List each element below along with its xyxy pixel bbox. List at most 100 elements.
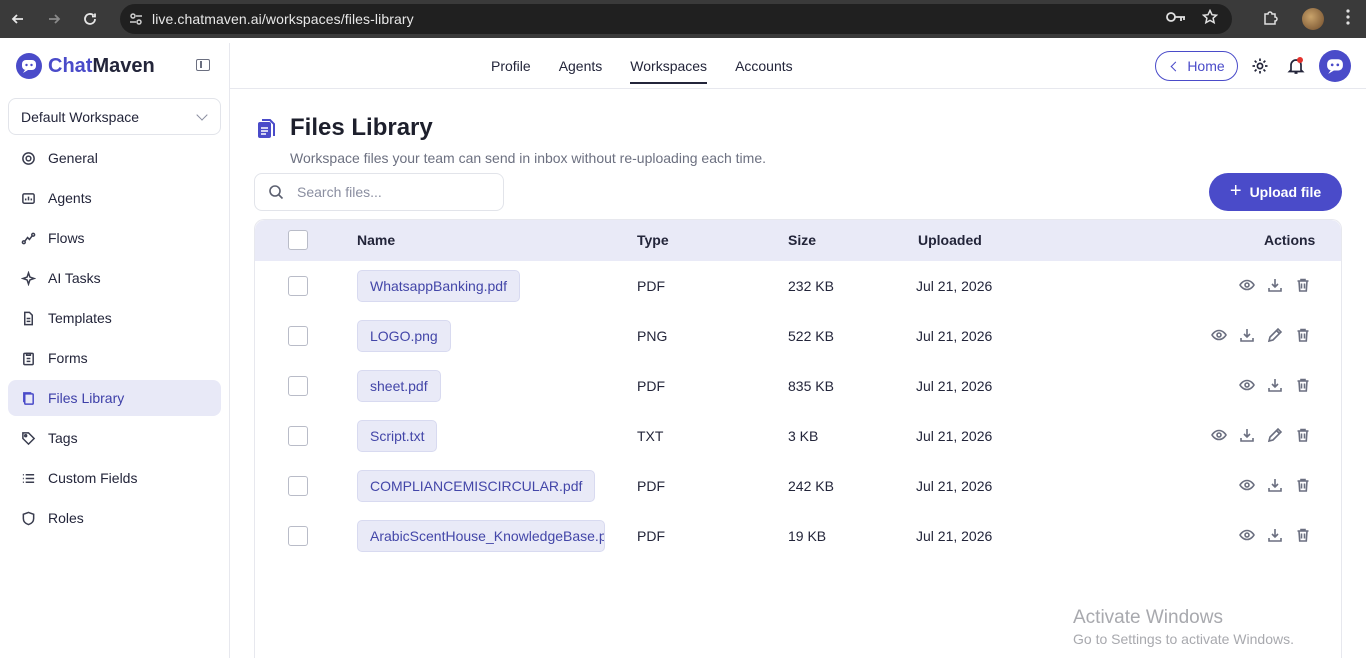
chevron-down-icon: [196, 109, 208, 121]
watermark-line2: Go to Settings to activate Windows.: [1073, 631, 1294, 647]
collapse-sidebar-icon[interactable]: [196, 59, 210, 71]
sidebar-item-label: AI Tasks: [48, 270, 101, 286]
site-settings-icon[interactable]: [120, 12, 152, 26]
tab-accounts[interactable]: Accounts: [735, 43, 793, 89]
back-arrow-icon[interactable]: [0, 0, 36, 38]
file-name-chip[interactable]: Script.txt: [357, 420, 438, 452]
row-checkbox[interactable]: [288, 276, 308, 296]
file-name-chip[interactable]: ArabicScentHouse_KnowledgeBase.pdf: [357, 520, 605, 552]
password-key-icon[interactable]: [1166, 10, 1186, 28]
download-icon[interactable]: [1239, 427, 1255, 443]
row-checkbox[interactable]: [288, 526, 308, 546]
sidebar: ChatMaven Default Workspace General Agen…: [0, 43, 230, 658]
delete-trash-icon[interactable]: [1295, 527, 1311, 543]
download-icon[interactable]: [1267, 477, 1283, 493]
sidebar-item-roles[interactable]: Roles: [8, 500, 221, 536]
sidebar-item-custom-fields[interactable]: Custom Fields: [8, 460, 221, 496]
select-all-checkbox[interactable]: [288, 230, 308, 250]
file-size: 232 KB: [788, 278, 834, 294]
reload-icon[interactable]: [72, 0, 108, 38]
sidebar-item-forms[interactable]: Forms: [8, 340, 221, 376]
sidebar-item-label: Templates: [48, 310, 112, 326]
browser-menu-icon[interactable]: [1346, 8, 1350, 30]
file-name-chip[interactable]: LOGO.png: [357, 320, 451, 352]
view-eye-icon[interactable]: [1239, 477, 1255, 493]
user-avatar[interactable]: [1319, 50, 1351, 82]
gear-icon: [20, 150, 36, 166]
sidebar-item-general[interactable]: General: [8, 140, 221, 176]
sidebar-item-label: Tags: [48, 430, 78, 446]
file-name-chip[interactable]: WhatsappBanking.pdf: [357, 270, 520, 302]
brand-logo[interactable]: ChatMaven: [16, 53, 155, 79]
extensions-puzzle-icon[interactable]: [1262, 8, 1280, 31]
sidebar-item-label: Custom Fields: [48, 470, 138, 486]
delete-trash-icon[interactable]: [1295, 327, 1311, 343]
file-size: 835 KB: [788, 378, 834, 394]
sidebar-item-ai-tasks[interactable]: AI Tasks: [8, 260, 221, 296]
file-name-chip[interactable]: sheet.pdf: [357, 370, 441, 402]
home-button[interactable]: Home: [1155, 51, 1238, 81]
delete-trash-icon[interactable]: [1295, 427, 1311, 443]
address-bar[interactable]: live.chatmaven.ai/workspaces/files-libra…: [120, 4, 1232, 34]
delete-trash-icon[interactable]: [1295, 377, 1311, 393]
file-type: TXT: [637, 428, 664, 444]
download-icon[interactable]: [1267, 277, 1283, 293]
forward-arrow-icon[interactable]: [36, 0, 72, 38]
file-size: 522 KB: [788, 328, 834, 344]
sidebar-item-templates[interactable]: Templates: [8, 300, 221, 336]
file-name-chip[interactable]: COMPLIANCEMISCIRCULAR.pdf: [357, 470, 596, 502]
chat-bubble-logo-icon: [16, 53, 42, 79]
row-checkbox[interactable]: [288, 476, 308, 496]
sidebar-item-flows[interactable]: Flows: [8, 220, 221, 256]
edit-pencil-icon[interactable]: [1267, 327, 1283, 343]
row-checkbox[interactable]: [288, 426, 308, 446]
file-uploaded-date: Jul 21, 2026: [916, 278, 993, 294]
file-size: 3 KB: [788, 428, 819, 444]
url-text: live.chatmaven.ai/workspaces/files-libra…: [152, 11, 414, 27]
workspace-select[interactable]: Default Workspace: [8, 98, 221, 135]
table-row: COMPLIANCEMISCIRCULAR.pdf PDF 242 KB Jul…: [255, 461, 1341, 511]
flows-icon: [20, 230, 36, 246]
sidebar-item-label: General: [48, 150, 98, 166]
view-eye-icon[interactable]: [1211, 427, 1227, 443]
bookmark-star-icon[interactable]: [1201, 8, 1219, 29]
search-input[interactable]: [297, 184, 487, 200]
upload-file-button[interactable]: + Upload file: [1209, 173, 1342, 211]
sidebar-item-label: Flows: [48, 230, 85, 246]
sidebar-item-tags[interactable]: Tags: [8, 420, 221, 456]
brand-name: ChatMaven: [48, 54, 155, 77]
view-eye-icon[interactable]: [1239, 277, 1255, 293]
column-header-type[interactable]: Type: [637, 232, 669, 248]
page-title: Files Library: [290, 114, 433, 141]
search-icon: [255, 184, 297, 200]
column-header-size[interactable]: Size: [788, 232, 816, 248]
row-checkbox[interactable]: [288, 326, 308, 346]
view-eye-icon[interactable]: [1239, 527, 1255, 543]
sidebar-item-files-library[interactable]: Files Library: [8, 380, 221, 416]
column-header-uploaded[interactable]: Uploaded: [918, 232, 982, 248]
delete-trash-icon[interactable]: [1295, 277, 1311, 293]
row-checkbox[interactable]: [288, 376, 308, 396]
tab-workspaces[interactable]: Workspaces: [630, 43, 707, 89]
sidebar-item-agents[interactable]: Agents: [8, 180, 221, 216]
download-icon[interactable]: [1239, 327, 1255, 343]
workspace-select-value: Default Workspace: [21, 108, 140, 125]
view-eye-icon[interactable]: [1239, 377, 1255, 393]
download-icon[interactable]: [1267, 377, 1283, 393]
browser-profile-avatar[interactable]: [1302, 8, 1324, 30]
column-header-name[interactable]: Name: [357, 232, 395, 248]
tag-icon: [20, 430, 36, 446]
edit-pencil-icon[interactable]: [1267, 427, 1283, 443]
view-eye-icon[interactable]: [1211, 327, 1227, 343]
settings-gear-icon[interactable]: [1251, 57, 1269, 75]
files-library-title-icon: [256, 118, 276, 140]
download-icon[interactable]: [1267, 527, 1283, 543]
file-uploaded-date: Jul 21, 2026: [916, 428, 993, 444]
sidebar-menu: General Agents Flows AI Tasks Templates …: [8, 140, 221, 540]
delete-trash-icon[interactable]: [1295, 477, 1311, 493]
page-subtitle: Workspace files your team can send in in…: [290, 150, 766, 166]
notification-bell-icon[interactable]: [1287, 57, 1305, 75]
tab-agents[interactable]: Agents: [559, 43, 603, 89]
tab-profile[interactable]: Profile: [491, 43, 531, 89]
table-row: Script.txt TXT 3 KB Jul 21, 2026: [255, 411, 1341, 461]
